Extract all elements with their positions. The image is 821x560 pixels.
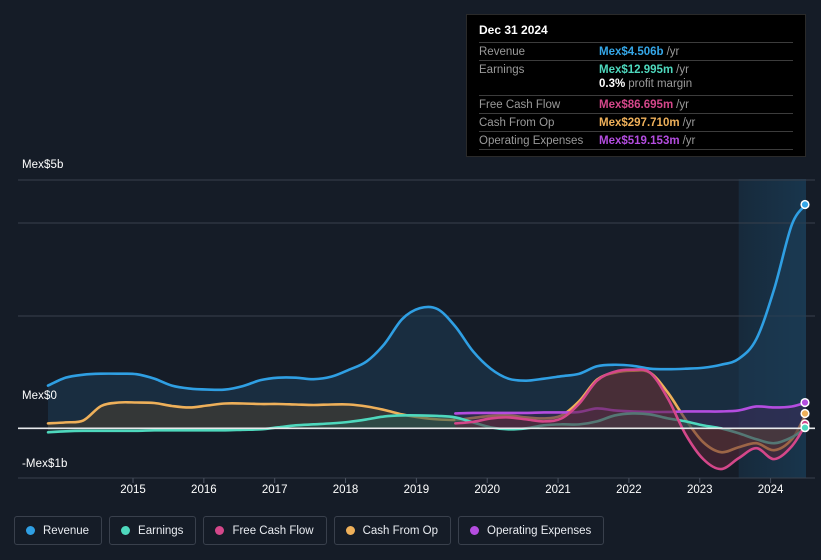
legend-color-dot-icon bbox=[470, 526, 480, 535]
marker-dot bbox=[801, 399, 809, 406]
x-axis-tick-label: 2024 bbox=[757, 484, 784, 496]
legend-item-revenue[interactable]: Revenue bbox=[14, 516, 103, 545]
tooltip-row: Revenue Mex$4.506b/yr bbox=[479, 42, 793, 60]
legend-item-label: Free Cash Flow bbox=[232, 524, 314, 537]
tooltip-row: 0.3% profit margin bbox=[479, 78, 793, 95]
x-axis-tick-label: 2022 bbox=[616, 484, 642, 496]
legend-item-label: Earnings bbox=[138, 524, 184, 537]
chart-legend: Revenue Earnings Free Cash Flow Cash From O… bbox=[14, 516, 605, 545]
x-axis-tick-label: 2021 bbox=[545, 484, 571, 496]
end-marker-cash-from-op bbox=[800, 408, 810, 419]
tooltip-row-unit: profit margin bbox=[628, 78, 693, 90]
legend-item-operating-expenses[interactable]: Operating Expenses bbox=[458, 516, 605, 545]
tooltip-row-unit: /yr bbox=[676, 63, 689, 76]
tooltip-row-unit: /yr bbox=[666, 45, 680, 58]
end-marker-revenue bbox=[800, 199, 810, 210]
data-tooltip: Dec 31 2024 Revenue Mex$4.506b/yr Earnings… bbox=[466, 14, 806, 157]
tooltip-row-label: Cash From Op bbox=[479, 116, 555, 129]
tooltip-rows: Revenue Mex$4.506b/yr Earnings Mex$12.995m /… bbox=[479, 42, 793, 150]
tooltip-row-unit: /yr bbox=[682, 116, 696, 129]
tooltip-row: Free Cash Flow Mex$86.695m/yr bbox=[479, 95, 793, 113]
x-axis-tick-label: 2017 bbox=[261, 484, 288, 496]
tooltip-row-label: Operating Expenses bbox=[479, 134, 584, 147]
y-axis-label-top: Mex$5b bbox=[22, 159, 64, 171]
end-marker-earnings bbox=[800, 423, 810, 433]
tooltip-row-value: Mex$519.153m bbox=[599, 134, 680, 147]
tooltip-row: Cash From Op Mex$297.710m/yr bbox=[479, 113, 793, 131]
legend-color-dot-icon bbox=[121, 526, 131, 535]
marker-dot bbox=[801, 424, 809, 431]
legend-item-label: Cash From Op bbox=[362, 524, 439, 537]
end-marker-operating-expenses bbox=[800, 397, 810, 408]
x-axis-labels: 2015 2016 2017 2018 2019 2020 2021 2022 2023 2024 bbox=[0, 484, 821, 502]
marker-dot bbox=[801, 201, 809, 208]
tooltip-row-value: 0.3% bbox=[599, 78, 626, 90]
legend-item-label: Revenue bbox=[43, 524, 90, 537]
legend-item-label: Operating Expenses bbox=[487, 524, 592, 537]
legend-color-dot-icon bbox=[345, 526, 355, 535]
legend-item-free-cash-flow[interactable]: Free Cash Flow bbox=[203, 516, 327, 545]
legend-item-cash-from-op[interactable]: Cash From Op bbox=[333, 516, 452, 545]
x-axis-tick-label: 2016 bbox=[191, 484, 217, 496]
y-axis-label-zero: Mex$0 bbox=[22, 390, 58, 402]
tooltip-row-value: Mex$86.695m bbox=[599, 98, 674, 111]
y-axis-label-bottom: -Mex$1b bbox=[22, 458, 68, 470]
tooltip-row-value: Mex$4.506b bbox=[599, 45, 664, 58]
legend-color-dot-icon bbox=[215, 526, 225, 535]
x-axis-tick-label: 2015 bbox=[120, 484, 146, 496]
tooltip-date: Dec 31 2024 bbox=[479, 23, 548, 37]
tooltip-row-label: Free Cash Flow bbox=[479, 98, 561, 111]
x-axis-tick-label: 2018 bbox=[332, 484, 359, 496]
tooltip-row-unit: /yr bbox=[676, 98, 689, 111]
tooltip-row-label: Revenue bbox=[479, 45, 526, 58]
legend-item-earnings[interactable]: Earnings bbox=[109, 516, 197, 545]
x-axis-tick-label: 2019 bbox=[403, 484, 430, 496]
tooltip-row: Operating Expenses Mex$519.153m/yr bbox=[479, 131, 793, 150]
legend-color-dot-icon bbox=[26, 526, 35, 535]
tooltip-row-label: Earnings bbox=[479, 63, 525, 76]
tooltip-row: Earnings Mex$12.995m/yr bbox=[479, 60, 793, 78]
tooltip-row-value: Mex$12.995m bbox=[599, 63, 674, 76]
x-axis-tick-label: 2023 bbox=[686, 484, 713, 496]
x-axis-tick-label: 2020 bbox=[474, 484, 500, 496]
tooltip-row-unit: /yr bbox=[682, 134, 696, 147]
marker-dot bbox=[801, 410, 809, 417]
tooltip-row-value: Mex$297.710m bbox=[599, 116, 680, 129]
chart-page: Mex$5b Mex$0 -Mex$1b 2015 2016 2017 2018 201… bbox=[0, 0, 821, 560]
